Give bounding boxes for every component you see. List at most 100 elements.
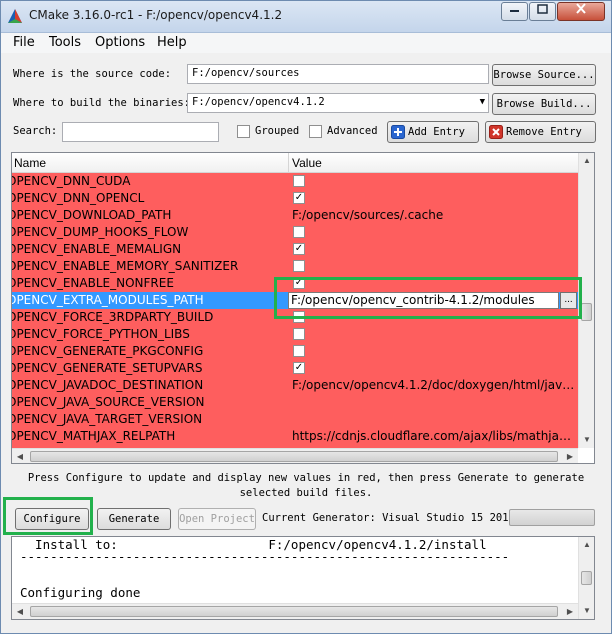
maximize-button[interactable] bbox=[529, 2, 556, 21]
cmake-logo-icon bbox=[8, 9, 22, 23]
unchecked-checkbox[interactable] bbox=[293, 311, 305, 323]
browse-build-button[interactable]: Browse Build... bbox=[492, 93, 596, 115]
cache-entry-name: OPENCV_MATHJAX_RELPATH bbox=[12, 429, 176, 443]
source-path-field[interactable]: F:/opencv/sources bbox=[187, 64, 489, 84]
scroll-left-icon[interactable]: ◀ bbox=[12, 604, 28, 619]
checked-checkbox[interactable]: ✓ bbox=[293, 277, 305, 289]
build-path-combo[interactable]: F:/opencv/opencv4.1.2 ▼ bbox=[187, 93, 489, 113]
checked-checkbox[interactable]: ✓ bbox=[293, 243, 305, 255]
checked-checkbox[interactable]: ✓ bbox=[293, 362, 305, 374]
output-hscroll-thumb[interactable] bbox=[30, 606, 558, 617]
remove-entry-label: Remove Entry bbox=[506, 126, 582, 138]
table-row[interactable]: OPENCV_DNN_OPENCL ✓ bbox=[12, 190, 578, 207]
build-path-value: F:/opencv/opencv4.1.2 bbox=[192, 96, 325, 108]
scroll-right-icon[interactable]: ▶ bbox=[562, 604, 578, 619]
table-header: Name Value bbox=[12, 153, 582, 173]
configure-button[interactable]: Configure bbox=[15, 508, 89, 530]
menu-options[interactable]: Options bbox=[95, 35, 145, 50]
title-bar[interactable]: CMake 3.16.0-rc1 - F:/opencv/opencv4.1.2 bbox=[1, 1, 611, 33]
cache-entry-name: OPENCV_ENABLE_MEMALIGN bbox=[12, 242, 182, 256]
cmake-window: CMake 3.16.0-rc1 - F:/opencv/opencv4.1.2… bbox=[0, 0, 612, 634]
checked-checkbox[interactable]: ✓ bbox=[293, 192, 305, 204]
table-row[interactable]: OPENCV_MATHJAX_RELPATH https://cdnjs.clou… bbox=[12, 428, 578, 445]
unchecked-checkbox[interactable] bbox=[293, 328, 305, 340]
scroll-up-icon[interactable]: ▲ bbox=[579, 537, 594, 553]
table-vertical-scrollbar[interactable]: ▲ ▼ bbox=[578, 153, 594, 448]
chevron-down-icon[interactable]: ▼ bbox=[480, 97, 485, 107]
unchecked-checkbox[interactable] bbox=[293, 260, 305, 272]
table-horizontal-scrollbar[interactable]: ◀ ▶ bbox=[12, 448, 578, 463]
unchecked-checkbox[interactable] bbox=[293, 226, 305, 238]
column-name-header[interactable]: Name bbox=[14, 156, 46, 170]
add-entry-button[interactable]: Add Entry bbox=[387, 121, 479, 143]
search-input[interactable] bbox=[62, 122, 219, 142]
output-line: ----------------------------------------… bbox=[20, 549, 510, 564]
scroll-right-icon[interactable]: ▶ bbox=[562, 449, 578, 463]
unchecked-checkbox[interactable] bbox=[293, 345, 305, 357]
table-row[interactable]: OPENCV_ENABLE_MEMALIGN ✓ bbox=[12, 241, 578, 258]
minimize-icon bbox=[510, 10, 519, 12]
menu-tools[interactable]: Tools bbox=[49, 35, 81, 50]
output-console[interactable]: Install to: F:/opencv/opencv4.1.2/instal… bbox=[11, 536, 595, 620]
table-row[interactable]: OPENCV_DNN_CUDA bbox=[12, 173, 578, 190]
grouped-label: Grouped bbox=[255, 125, 300, 137]
table-row[interactable]: OPENCV_GENERATE_SETUPVARS ✓ bbox=[12, 360, 578, 377]
grouped-checkbox[interactable] bbox=[237, 125, 250, 138]
open-project-button[interactable]: Open Project bbox=[178, 508, 256, 530]
browse-source-button[interactable]: Browse Source... bbox=[492, 64, 596, 86]
cache-entry-name: OPENCV_DOWNLOAD_PATH bbox=[12, 208, 172, 222]
table-row[interactable]: OPENCV_FORCE_3RDPARTY_BUILD bbox=[12, 309, 578, 326]
cache-entry-value: F:/opencv/opencv4.1.2/doc/doxygen/html/j… bbox=[292, 378, 578, 392]
menu-help[interactable]: Help bbox=[157, 35, 187, 50]
column-value-header[interactable]: Value bbox=[292, 156, 322, 170]
close-button[interactable] bbox=[557, 2, 605, 21]
table-row[interactable]: OPENCV_EXTRA_MODULES_PATH F:/opencv/openc… bbox=[12, 292, 578, 309]
maximize-icon bbox=[537, 4, 548, 14]
cache-entry-name: OPENCV_ENABLE_MEMORY_SANITIZER bbox=[12, 259, 239, 273]
table-row[interactable]: OPENCV_FORCE_PYTHON_LIBS bbox=[12, 326, 578, 343]
cache-entry-name: OPENCV_JAVA_TARGET_VERSION bbox=[12, 412, 203, 426]
cache-entry-value: https://cdnjs.cloudflare.com/ajax/libs/m… bbox=[292, 429, 578, 443]
cache-entry-name: OPENCV_FORCE_PYTHON_LIBS bbox=[12, 327, 190, 341]
cache-entry-name: OPENCV_JAVA_SOURCE_VERSION bbox=[12, 395, 205, 409]
current-generator-label: Current Generator: Visual Studio 15 2017 bbox=[262, 512, 515, 524]
browse-path-button[interactable]: ... bbox=[560, 292, 577, 309]
cache-table: Name Value OPENCV_DNN_CUDA OPENCV_DNN_OPE… bbox=[11, 152, 595, 464]
table-row[interactable]: OPENCV_ENABLE_MEMORY_SANITIZER bbox=[12, 258, 578, 275]
table-row[interactable]: OPENCV_JAVA_TARGET_VERSION bbox=[12, 411, 578, 428]
scroll-down-icon[interactable]: ▼ bbox=[579, 603, 594, 619]
menu-file[interactable]: File bbox=[13, 35, 35, 50]
cache-entry-value: F:/opencv/sources/.cache bbox=[292, 208, 444, 222]
table-row[interactable]: OPENCV_JAVADOC_DESTINATION F:/opencv/open… bbox=[12, 377, 578, 394]
cache-entry-name: OPENCV_GENERATE_PKGCONFIG bbox=[12, 344, 204, 358]
scroll-left-icon[interactable]: ◀ bbox=[12, 449, 28, 463]
table-row[interactable]: OPENCV_DOWNLOAD_PATH F:/opencv/sources/.c… bbox=[12, 207, 578, 224]
progress-bar bbox=[509, 509, 595, 526]
advanced-checkbox[interactable] bbox=[309, 125, 322, 138]
table-row[interactable]: OPENCV_DUMP_HOOKS_FLOW bbox=[12, 224, 578, 241]
remove-x-icon bbox=[489, 125, 503, 139]
table-row[interactable]: OPENCV_GENERATE_PKGCONFIG bbox=[12, 343, 578, 360]
advanced-label: Advanced bbox=[327, 125, 378, 137]
output-scroll-thumb[interactable] bbox=[581, 571, 592, 585]
cache-value-editor[interactable]: F:/opencv/opencv_contrib-4.1.2/modules bbox=[288, 292, 559, 309]
cache-entry-name: OPENCV_DNN_OPENCL bbox=[12, 191, 145, 205]
configure-hint-line-1: Press Configure to update and display ne… bbox=[27, 472, 585, 484]
table-row[interactable]: OPENCV_JAVA_SOURCE_VERSION bbox=[12, 394, 578, 411]
output-horizontal-scrollbar[interactable]: ◀ ▶ bbox=[12, 603, 578, 619]
minimize-button[interactable] bbox=[501, 2, 528, 21]
plus-icon bbox=[391, 125, 405, 139]
table-row[interactable]: OPENCV_ENABLE_NONFREE ✓ bbox=[12, 275, 578, 292]
scroll-up-icon[interactable]: ▲ bbox=[579, 153, 594, 169]
cache-entry-name: OPENCV_JAVADOC_DESTINATION bbox=[12, 378, 204, 392]
output-vertical-scrollbar[interactable]: ▲ ▼ bbox=[578, 537, 594, 619]
table-body: OPENCV_DNN_CUDA OPENCV_DNN_OPENCL ✓ OPENCV_… bbox=[12, 173, 578, 448]
column-divider[interactable] bbox=[288, 153, 289, 173]
unchecked-checkbox[interactable] bbox=[293, 175, 305, 187]
scroll-down-icon[interactable]: ▼ bbox=[579, 432, 594, 448]
generate-button[interactable]: Generate bbox=[97, 508, 171, 530]
table-hscroll-thumb[interactable] bbox=[30, 451, 558, 462]
remove-entry-button[interactable]: Remove Entry bbox=[485, 121, 596, 143]
table-scroll-thumb[interactable] bbox=[581, 303, 592, 321]
cache-entry-name: OPENCV_EXTRA_MODULES_PATH bbox=[12, 293, 204, 307]
